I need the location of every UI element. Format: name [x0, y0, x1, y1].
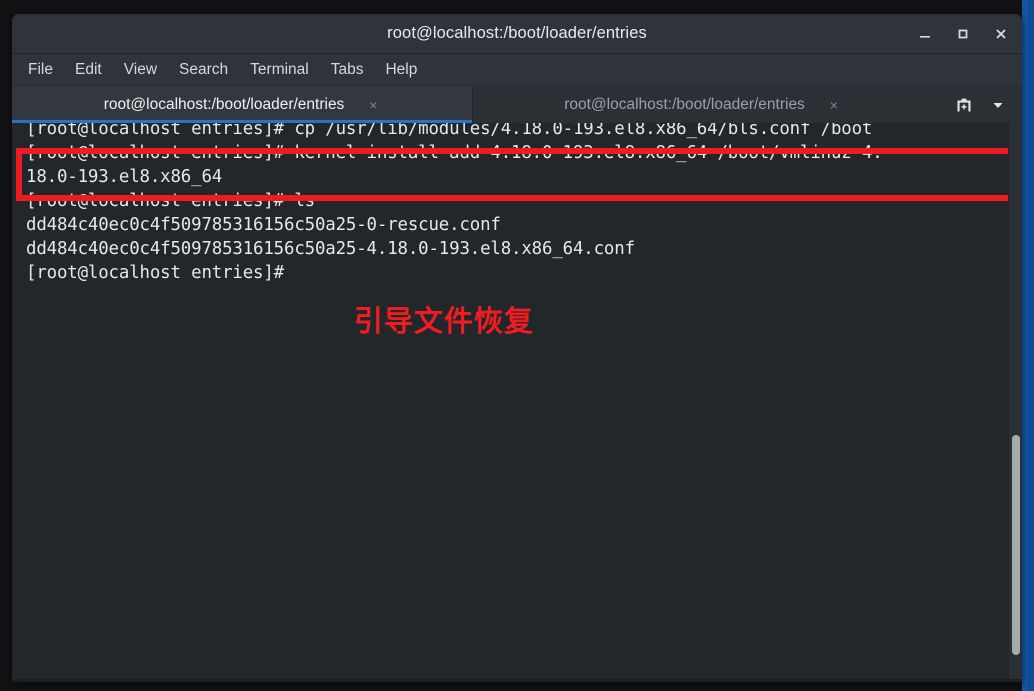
maximize-icon[interactable]: [952, 23, 974, 45]
chevron-down-icon[interactable]: [988, 95, 1008, 115]
terminal-line: dd484c40ec0c4f509785316156c50a25-0-rescu…: [26, 215, 501, 235]
minimize-icon[interactable]: [914, 23, 936, 45]
tab-close-icon[interactable]: ×: [827, 97, 841, 113]
tabbar-controls: [932, 86, 1022, 123]
menu-item-tabs[interactable]: Tabs: [331, 61, 364, 79]
menu-item-terminal[interactable]: Terminal: [250, 61, 309, 79]
window-controls: [914, 14, 1012, 53]
terminal-screen[interactable]: [root@localhost entries]# cp /usr/lib/mo…: [12, 123, 1008, 682]
menu-item-help[interactable]: Help: [385, 61, 417, 79]
window-titlebar[interactable]: root@localhost:/boot/loader/entries: [12, 14, 1022, 54]
menu-item-search[interactable]: Search: [179, 61, 228, 79]
terminal-window: root@localhost:/boot/loader/entries File…: [12, 14, 1022, 682]
terminal-line: [root@localhost entries]# cp /usr/lib/mo…: [26, 123, 873, 139]
terminal-line: dd484c40ec0c4f509785316156c50a25-4.18.0-…: [26, 239, 635, 259]
terminal-line: [root@localhost entries]# ls: [26, 191, 315, 211]
terminal-line: [root@localhost entries]#: [26, 263, 285, 283]
window-bottom-edge: [12, 679, 1022, 682]
desktop-accent-strip: [1022, 0, 1034, 691]
terminal-line: [root@localhost entries]# kernel-install…: [26, 143, 883, 163]
menu-item-view[interactable]: View: [124, 61, 157, 79]
tab-terminal-1[interactable]: root@localhost:/boot/loader/entries ×: [12, 86, 472, 123]
desktop-accent-strip-inner: [1028, 0, 1034, 691]
close-icon[interactable]: [990, 23, 1012, 45]
terminal-body[interactable]: [root@localhost entries]# cp /usr/lib/mo…: [12, 123, 1022, 682]
terminal-scrollbar[interactable]: [1008, 123, 1022, 682]
menubar: File Edit View Search Terminal Tabs Help: [12, 54, 1022, 86]
menu-item-file[interactable]: File: [28, 61, 53, 79]
tab-label: root@localhost:/boot/loader/entries: [103, 95, 345, 113]
tab-close-icon[interactable]: ×: [366, 97, 380, 113]
menu-item-edit[interactable]: Edit: [75, 61, 102, 79]
tab-label: root@localhost:/boot/loader/entries: [564, 95, 805, 113]
terminal-scrollbar-thumb[interactable]: [1012, 435, 1020, 655]
new-tab-icon[interactable]: [954, 95, 974, 115]
annotation-caption: 引导文件恢复: [354, 304, 535, 338]
tab-terminal-2[interactable]: root@localhost:/boot/loader/entries ×: [472, 86, 932, 123]
terminal-line: 18.0-193.el8.x86_64: [26, 167, 223, 187]
window-title: root@localhost:/boot/loader/entries: [387, 24, 647, 42]
tabbar: root@localhost:/boot/loader/entries × ro…: [12, 86, 1022, 123]
